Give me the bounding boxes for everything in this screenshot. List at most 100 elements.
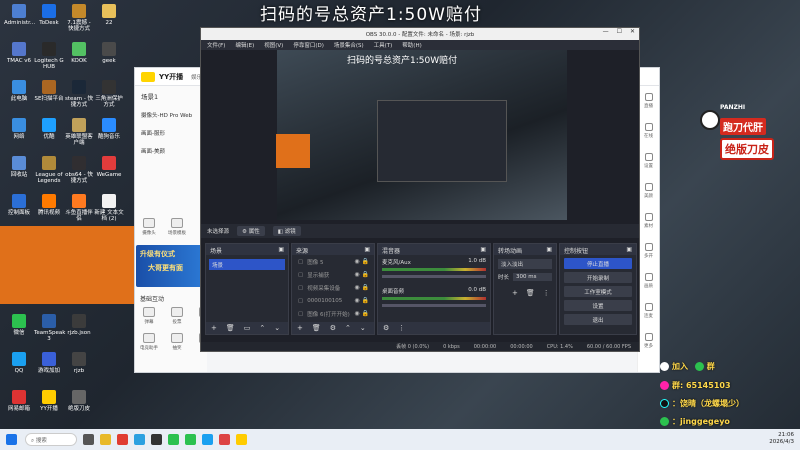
yy-source-item[interactable]: 画面-服形 [135,124,207,142]
obs-menu-item[interactable]: 帮助(H) [402,41,421,49]
taskbar-clock[interactable]: 21:06 2026/4/3 [769,432,794,446]
qq-taskbar-icon[interactable] [202,434,213,445]
scene-item[interactable]: 场景 [209,259,285,270]
source-item[interactable]: ▢ 显示捕获 ◉ 🔒 [292,268,374,281]
desktop-icon[interactable]: ToDesk [34,4,64,26]
stop-stream-button[interactable]: 停止直播 [564,258,632,269]
dock-menu-icon[interactable]: ▣ [626,246,632,253]
obs-menu-item[interactable]: 编辑(E) [235,41,254,49]
desktop-icon[interactable]: TeamSpeak 3 [34,314,65,343]
filters-button[interactable]: ◧ 滤镜 [272,226,301,236]
yy-right-tool[interactable]: 素材 [638,206,659,236]
desktop-icon[interactable]: SE扫描平台 [34,80,64,102]
app-icon[interactable] [134,434,145,445]
scene-filter-icon[interactable]: ▭ [244,324,251,332]
desktop-icon[interactable]: 此电脑 [4,80,34,102]
desktop-icon[interactable]: rjzb [64,352,94,374]
desktop-icon[interactable]: League of Legends [34,156,64,185]
start-recording-button[interactable]: 开始录制 [564,272,632,283]
add-source-icon[interactable]: + [297,324,303,332]
desktop-icon[interactable]: 回收站 [4,156,34,178]
app-icon[interactable] [185,434,196,445]
maximize-icon[interactable]: ☐ [617,28,622,35]
desktop-icon[interactable]: 新建 文本文档 (2) [94,194,124,223]
obs-taskbar-icon[interactable] [151,434,162,445]
desktop-icon[interactable]: 7.1震撼 - 快捷方式 [64,4,94,33]
properties-button[interactable]: ⚙ 属性 [237,226,265,236]
desktop-icon[interactable]: YY开播 [34,390,64,412]
mixer-menu-icon[interactable]: ⋮ [398,324,405,332]
yy-scene-label[interactable]: 场景1 [135,86,207,106]
desktop-icon[interactable]: 微信 [4,314,34,336]
minimize-icon[interactable]: — [603,28,609,35]
desktop-icon[interactable]: rjzb.json [64,314,94,336]
camera-tool[interactable]: 摄像头 [138,218,160,236]
desktop-icon[interactable]: QQ [4,352,34,374]
studio-mode-button[interactable]: 工作室模式 [564,286,632,297]
desktop-icon[interactable]: 英雄联盟客户端 [64,118,94,147]
add-transition-icon[interactable]: + [512,289,518,297]
desktop-icon[interactable]: 优酷 [34,118,64,140]
yy-source-item[interactable]: 画面-美颜 [135,142,207,160]
transition-menu-icon[interactable]: ⋮ [543,289,550,297]
desktop-icon[interactable]: 网易邮箱 [4,390,34,412]
desktop-icon[interactable]: Logitech G HUB [34,42,64,71]
obs-menu-item[interactable]: 停靠窗口(D) [293,41,324,49]
vote-tool[interactable]: 投票 [166,307,188,325]
visibility-lock-icon[interactable]: ◉ 🔒 [354,284,369,291]
desktop-icon[interactable]: 腾讯视频 [34,194,64,216]
move-down-icon[interactable]: ⌄ [360,324,366,332]
task-view-icon[interactable] [83,434,94,445]
dock-menu-icon[interactable]: ▣ [278,246,284,253]
obs-menu-item[interactable]: 视图(V) [264,41,283,49]
dock-menu-icon[interactable]: ▣ [364,246,370,253]
obs-menu-item[interactable]: 文件(F) [207,41,225,49]
desktop-icon[interactable]: 22 [94,4,124,26]
move-up-icon[interactable]: ⌃ [345,324,351,332]
start-icon[interactable] [6,434,17,445]
move-up-icon[interactable]: ⌃ [259,324,265,332]
desktop-icon[interactable]: 网络 [4,118,34,140]
move-down-icon[interactable]: ⌄ [274,324,280,332]
desktop-icon[interactable]: 绝版刀皮 [64,390,94,412]
yy-right-tool[interactable]: 更多 [638,326,659,356]
source-item[interactable]: ▢ 0000100105 ◉ 🔒 [292,294,374,307]
yy-right-tool[interactable]: 美颜 [638,176,659,206]
desktop-icon[interactable]: steam - 快捷方式 [64,80,94,109]
yy-promo-banner[interactable]: 升级有仪式 大哥更有面 [136,245,206,287]
taskbar-search[interactable]: ⌕ 搜索 [25,433,77,446]
app-icon[interactable] [219,434,230,445]
source-item[interactable]: ▢ 图像 6(打开开始) ◉ 🔒 [292,307,374,320]
desktop-icon[interactable]: 斗鱼直播伴侣 [64,194,94,223]
file-explorer-icon[interactable] [100,434,111,445]
volume-slider[interactable] [382,304,486,307]
remove-scene-icon[interactable]: 🗑 [226,324,235,332]
settings-button[interactable]: 设置 [564,300,632,311]
close-icon[interactable]: ✕ [630,28,635,35]
dock-menu-icon[interactable]: ▣ [480,246,486,253]
exit-button[interactable]: 退出 [564,314,632,325]
yy-right-tool[interactable]: 在线 [638,116,659,146]
desktop-icon[interactable]: 游戏加加 [34,352,64,374]
remove-source-icon[interactable]: 🗑 [312,324,321,332]
yy-right-tool[interactable]: 直播 [638,86,659,116]
yy-right-tool[interactable]: 连麦 [638,296,659,326]
yy-taskbar-icon[interactable] [236,434,247,445]
source-settings-icon[interactable]: ⚙ [330,324,336,332]
wechat-taskbar-icon[interactable] [168,434,179,445]
yy-right-tool[interactable]: 设置 [638,146,659,176]
desktop-icon[interactable]: 控制面板 [4,194,34,216]
source-item[interactable]: ▢ 图像 5 ◉ 🔒 [292,255,374,268]
esports-tool[interactable]: 电竞助手 [138,333,160,351]
yy-right-tool[interactable]: 多开 [638,236,659,266]
danmu-tool[interactable]: 弹幕 [138,307,160,325]
visibility-lock-icon[interactable]: ◉ 🔒 [354,258,369,265]
lottery-tool[interactable]: 抽奖 [166,333,188,351]
transition-select[interactable]: 淡入淡出 [498,259,552,269]
desktop-icon[interactable]: 酷狗音乐 [94,118,124,140]
visibility-lock-icon[interactable]: ◉ 🔒 [354,297,369,304]
yy-source-item[interactable]: 摄像头-HD Pro Web [135,106,207,124]
obs-preview[interactable]: 扫码的号总资产1:50W赔付 [277,50,567,220]
scene-template-tool[interactable]: 场景模板 [166,218,188,236]
desktop-icon[interactable]: obs64 - 快捷方式 [64,156,94,185]
